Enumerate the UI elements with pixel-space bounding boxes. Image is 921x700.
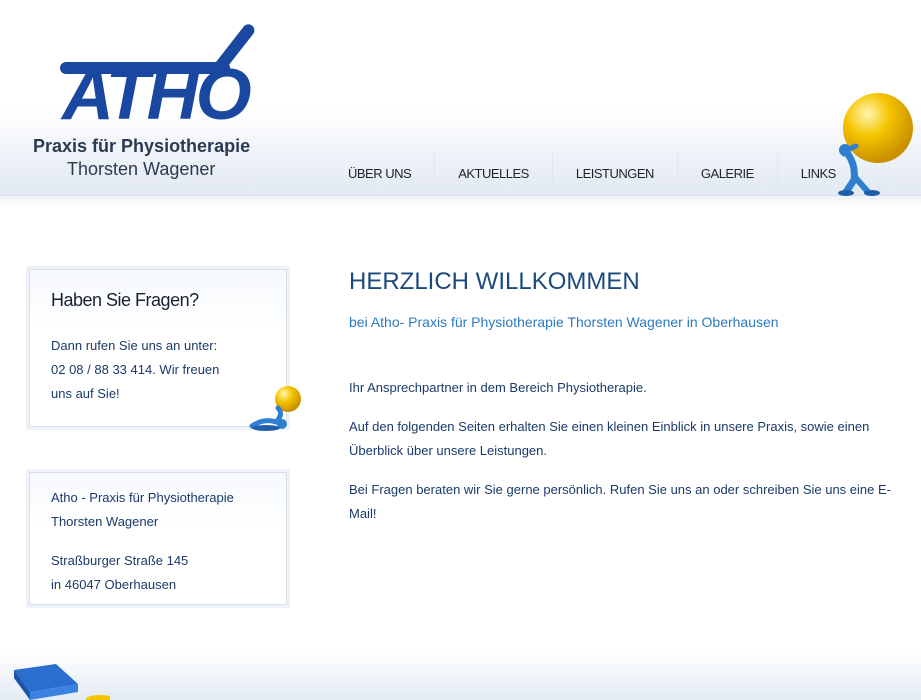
- logo-word: ATHO: [62, 55, 252, 135]
- contact-box-phone: 02 08 / 88 33 414. Wir freuen: [51, 362, 220, 377]
- address-practice-name: Atho - Praxis für Physiotherapie: [51, 490, 234, 505]
- main-navigation: ÜBER UNS AKTUELLES LEISTUNGEN GALERIE LI…: [325, 154, 859, 194]
- address-city: in 46047 Oberhausen: [51, 577, 177, 592]
- header-shadow: [0, 196, 921, 208]
- contact-box-line1: Dann rufen Sie uns an unter:: [51, 338, 218, 353]
- nav-item-galerie[interactable]: GALERIE: [678, 154, 778, 194]
- logo-practice-name: Praxis für Physiotherapie: [33, 136, 251, 156]
- address-street: Straßburger Straße 145: [51, 553, 189, 568]
- nav-item-ueber-uns[interactable]: ÜBER UNS: [325, 154, 436, 194]
- intro-paragraph-1: Ihr Ansprechpartner in dem Bereich Physi…: [349, 380, 647, 395]
- contact-box-title: Haben Sie Fragen?: [51, 290, 199, 310]
- address-box: Atho - Praxis für Physiotherapie Thorste…: [29, 472, 287, 605]
- contact-box-line3: uns auf Sie!: [51, 386, 120, 401]
- footer-band: [0, 650, 921, 700]
- page-subtitle: bei Atho- Praxis für Physiotherapie Thor…: [349, 314, 779, 330]
- page-title: HERZLICH WILLKOMMEN: [349, 268, 640, 295]
- intro-paragraph-2: Auf den folgenden Seiten erhalten Sie ei…: [349, 419, 870, 458]
- address-owner-name: Thorsten Wagener: [51, 514, 159, 529]
- mascot-lying-ball-icon: [249, 386, 301, 431]
- nav-item-leistungen[interactable]: LEISTUNGEN: [553, 154, 678, 194]
- mascot-ball-icon: [838, 93, 913, 196]
- logo-owner-name: Thorsten Wagener: [67, 159, 216, 179]
- nav-item-aktuelles[interactable]: AKTUELLES: [435, 154, 553, 194]
- book-icon: [14, 664, 110, 700]
- main-content: HERZLICH WILLKOMMEN bei Atho- Praxis für…: [349, 268, 901, 521]
- intro-paragraph-3: Bei Fragen beraten wir Sie gerne persönl…: [349, 482, 891, 521]
- site-logo[interactable]: ATHO Praxis für Physiotherapie Thorsten …: [30, 14, 260, 184]
